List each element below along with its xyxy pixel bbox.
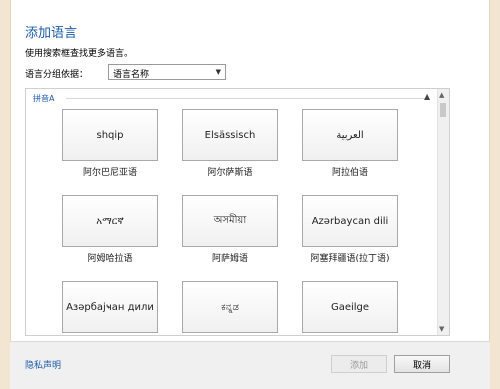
language-tile-alsatian[interactable]: Elsässisch (182, 109, 278, 161)
cancel-button[interactable]: 取消 (394, 355, 450, 373)
privacy-link[interactable]: 隐私声明 (25, 358, 61, 371)
section-divider (66, 98, 426, 99)
vertical-scrollbar[interactable]: ▲ ▼ (437, 89, 449, 335)
language-tile-azerbaijani-latin[interactable]: Azərbaycan dili (302, 195, 398, 247)
tile-caption: 阿姆哈拉语 (87, 254, 133, 264)
language-tile-azerbaijani-cyrillic[interactable]: Азәрбајҹан дили (62, 281, 158, 333)
add-button[interactable]: 添加 (331, 355, 387, 373)
language-tile-arabic[interactable]: العربية (302, 109, 398, 161)
language-tile-albanian[interactable]: shqip (62, 109, 158, 161)
tile-native-name: Gaeilge (330, 301, 370, 313)
tile-caption: 阿尔巴尼亚语 (82, 168, 137, 178)
language-tile-amharic[interactable]: አማርኛ (62, 195, 158, 247)
collapse-icon[interactable]: ▲ (424, 92, 430, 101)
language-tile-irish[interactable]: Gaeilge (302, 281, 398, 333)
language-tile-assamese[interactable]: অসমীয়া (182, 195, 278, 247)
scroll-down-icon[interactable]: ▼ (439, 325, 444, 333)
tile-caption: 阿萨姆语 (211, 254, 248, 264)
tile-caption: 阿塞拜疆语(拉丁语) (310, 254, 390, 264)
tile-native-name: অসমীয়া (213, 214, 247, 226)
language-tile-kannada[interactable]: ಕನ್ನಡ (182, 281, 278, 333)
tile-native-name: አማርኛ (96, 215, 124, 227)
tile-native-name: ಕನ್ನಡ (221, 301, 239, 313)
chevron-down-icon: ▼ (215, 68, 221, 76)
section-header: 拼音A (33, 94, 55, 103)
dialog-description: 使用搜索框查找更多语言。 (25, 49, 134, 59)
dialog-footer: 隐私声明 添加 取消 (10, 341, 490, 389)
language-list-panel: 拼音A ▲ shqip 阿尔巴尼亚语 Elsässisch 阿尔萨斯语 العر… (25, 88, 450, 336)
tile-native-name: العربية (336, 129, 364, 141)
tile-native-name: Elsässisch (204, 129, 256, 141)
tile-native-name: Азәрбајҹан дили (66, 301, 154, 313)
tile-native-name: Azərbaycan dili (311, 215, 389, 227)
group-by-select-value: 语言名称 (113, 70, 150, 80)
tile-native-name: shqip (96, 129, 124, 141)
dialog-title: 添加语言 (25, 26, 78, 41)
tile-caption: 阿尔萨斯语 (207, 168, 253, 178)
scroll-thumb[interactable] (440, 103, 446, 117)
tile-caption: 阿拉伯语 (331, 168, 368, 178)
scroll-up-icon[interactable]: ▲ (439, 91, 444, 99)
group-by-select[interactable]: 语言名称 ▼ (108, 64, 226, 80)
group-by-label: 语言分组依据： (25, 70, 89, 80)
